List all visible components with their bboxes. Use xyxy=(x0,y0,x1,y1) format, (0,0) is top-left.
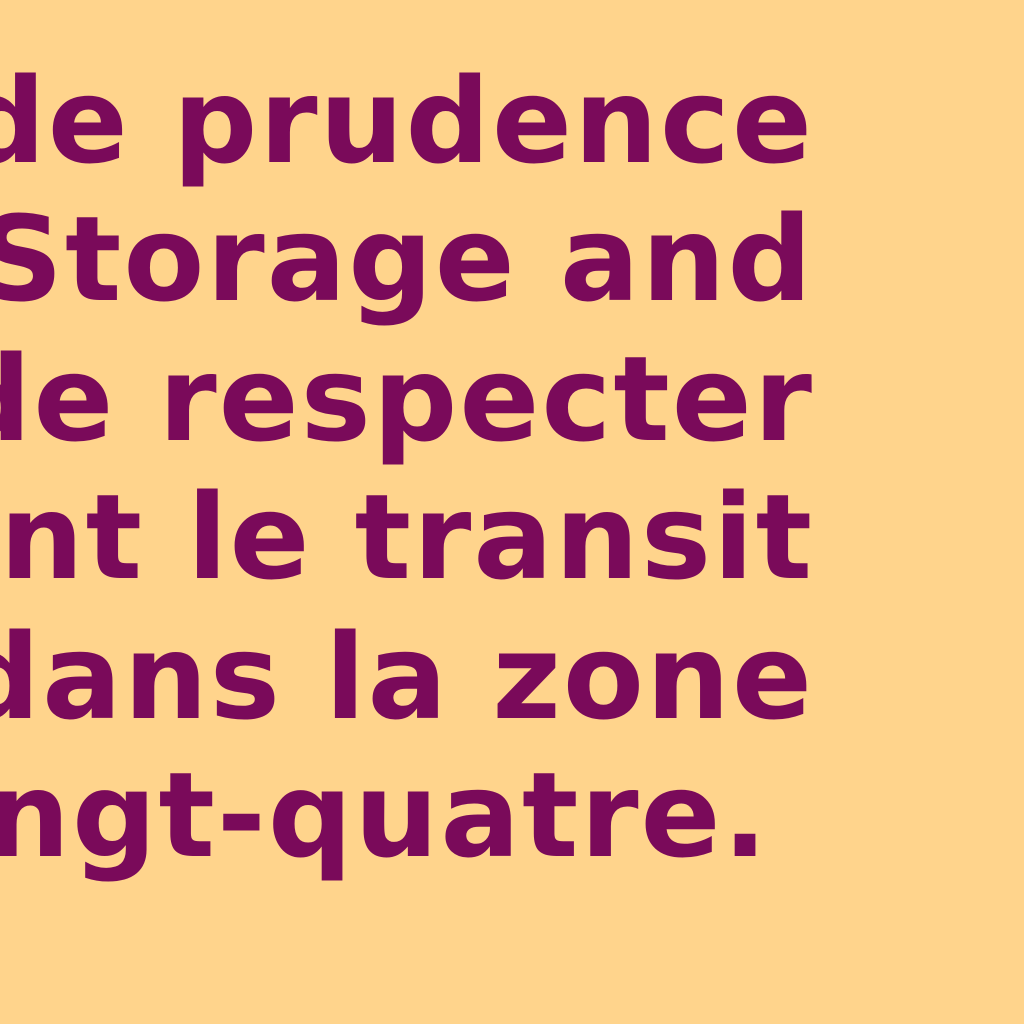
text-block: ne de prudence Storage and et de respect… xyxy=(0,0,1024,1024)
text-line-1: ne de prudence xyxy=(0,52,814,190)
document-page: ne de prudence Storage and et de respect… xyxy=(0,0,1024,1024)
text-line-5: s dans la zone xyxy=(0,608,814,746)
text-line-2: Storage and xyxy=(0,190,814,328)
text-line-3: et de respecter xyxy=(0,330,814,468)
text-line-6: ngt-quatre. xyxy=(0,746,770,884)
text-line-4: ndant le transit xyxy=(0,468,814,606)
